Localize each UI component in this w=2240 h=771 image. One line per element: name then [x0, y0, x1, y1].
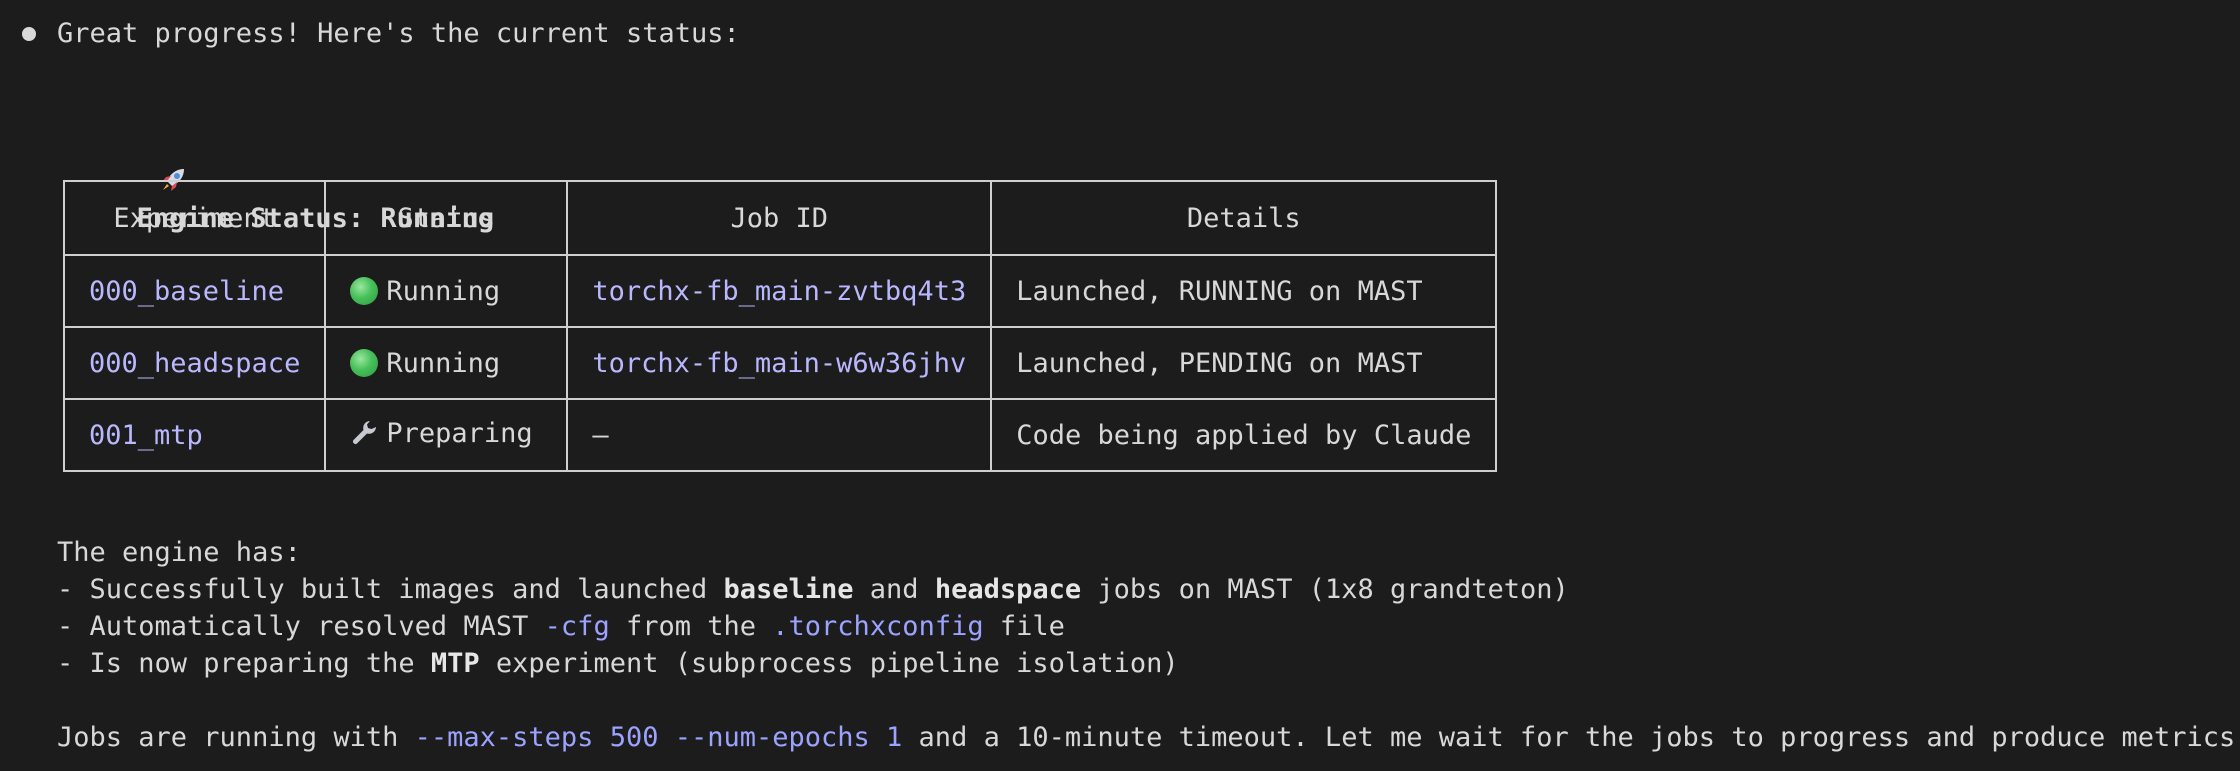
inline-code-torchxconfig: .torchxconfig [772, 611, 984, 642]
text-segment: and a 10-minute timeout. Let me wait for… [902, 722, 2240, 753]
status-text: Running [386, 275, 501, 307]
details-text: Launched, RUNNING on MAST [990, 254, 1498, 328]
experiment-name: 000_headspace [62, 326, 327, 400]
job-id: torchx-fb_main-zvtbq4t3 [566, 254, 993, 328]
summary-intro: The engine has: [57, 537, 301, 568]
text-segment: Jobs are running with [57, 722, 415, 753]
text-segment: - Successfully built images and launched [57, 574, 724, 605]
header-status: Status [324, 180, 569, 256]
table-row: 000_baseline Running torchx-fb_main-zvtb… [62, 254, 1498, 328]
status-text: Preparing [386, 417, 533, 449]
status-cell: Running [324, 254, 569, 328]
summary-line-resolved: - Automatically resolved MAST -cfg from … [57, 608, 1065, 645]
green-circle-icon [350, 276, 379, 305]
experiment-name: 001_mtp [62, 398, 327, 472]
text-segment: - Is now preparing the [57, 648, 431, 679]
bold-headspace: headspace [934, 574, 1082, 605]
message-bullet [22, 27, 36, 41]
closing-line: Jobs are running with --max-steps 500 --… [57, 719, 2240, 756]
table-row: 000_headspace Running torchx-fb_main-w6w… [62, 326, 1498, 400]
text-segment: and [853, 574, 935, 605]
header-experiment: Experiment [62, 180, 327, 256]
bold-mtp: MTP [430, 648, 480, 679]
text-segment: - Automatically resolved MAST [57, 611, 545, 642]
summary-line-preparing: - Is now preparing the MTP experiment (s… [57, 645, 1179, 682]
wrench-icon [350, 418, 380, 453]
text-segment: file [983, 611, 1065, 642]
details-text: Code being applied by Claude [990, 398, 1498, 472]
table-row: 001_mtp Preparing — Code being applied b… [62, 398, 1498, 472]
job-id: torchx-fb_main-w6w36jhv [566, 326, 993, 400]
inline-code-cfg: -cfg [544, 611, 610, 642]
summary-line-built: - Successfully built images and launched… [57, 571, 1569, 608]
intro-text: Great progress! Here's the current statu… [57, 18, 740, 49]
experiment-name: 000_baseline [62, 254, 327, 328]
job-id: — [566, 398, 993, 472]
status-text: Running [386, 347, 501, 379]
status-cell: Preparing [324, 398, 569, 472]
green-circle-icon [350, 348, 379, 377]
table-header-row: Experiment Status Job ID Details [62, 180, 1498, 256]
inline-code-flags: --max-steps 500 --num-epochs 1 [414, 722, 903, 753]
status-cell: Running [324, 326, 569, 400]
text-segment: from the [609, 611, 773, 642]
experiments-table: Experiment Status Job ID Details 000_bas… [62, 180, 1498, 472]
header-job-id: Job ID [566, 180, 993, 256]
details-text: Launched, PENDING on MAST [990, 326, 1498, 400]
text-segment: experiment (subprocess pipeline isolatio… [479, 648, 1179, 679]
text-segment: jobs on MAST (1x8 grandteton) [1081, 574, 1569, 605]
bold-baseline: baseline [723, 574, 854, 605]
header-details: Details [990, 180, 1498, 256]
